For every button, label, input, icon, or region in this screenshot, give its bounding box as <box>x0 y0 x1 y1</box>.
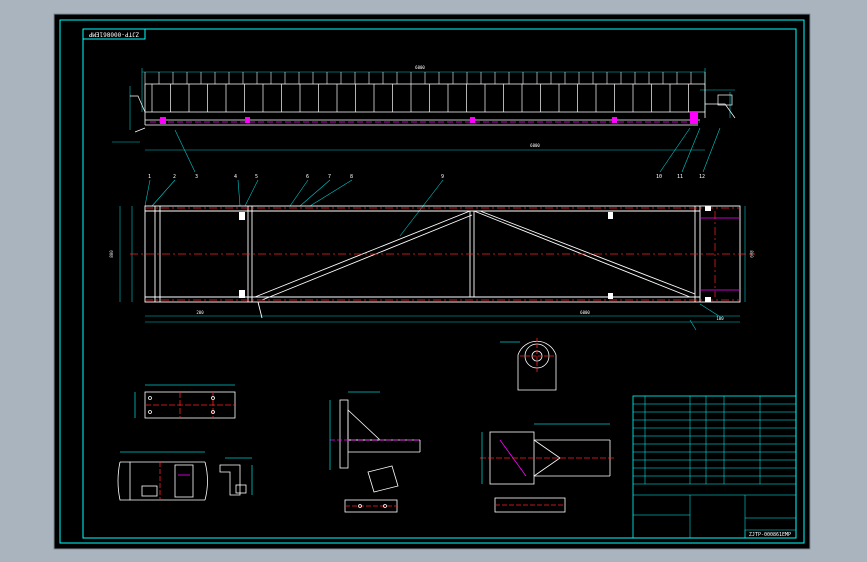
callout-5: 5 <box>255 174 258 180</box>
callout-2: 2 <box>173 174 176 180</box>
callout-12: 12 <box>699 174 705 180</box>
callout-1: 1 <box>148 174 151 180</box>
callout-7: 7 <box>328 174 331 180</box>
callout-8: 8 <box>350 174 353 180</box>
callout-11: 11 <box>677 174 683 180</box>
plan-dim-1: 200 <box>196 310 204 315</box>
cad-drawing: ZJTP-000861EMP 6000 6000 3 10 11 12 1 2 … <box>53 13 811 550</box>
callout-6: 6 <box>306 174 309 180</box>
elev-bottom-dim: 6000 <box>530 143 540 148</box>
code-bottom-label: ZJTP-000861EMP <box>749 532 791 538</box>
drawing-sheet <box>53 13 811 550</box>
plan-dim-2: 6000 <box>580 310 590 315</box>
elev-total-dim: 6000 <box>415 65 425 70</box>
callout-3: 3 <box>195 174 198 180</box>
callout-10: 10 <box>656 174 662 180</box>
callout-4: 4 <box>234 174 237 180</box>
plan-height-dim: 800 <box>109 250 114 258</box>
code-top-label: ZJTP-000861EMP <box>88 31 139 38</box>
callout-9: 9 <box>441 174 444 180</box>
